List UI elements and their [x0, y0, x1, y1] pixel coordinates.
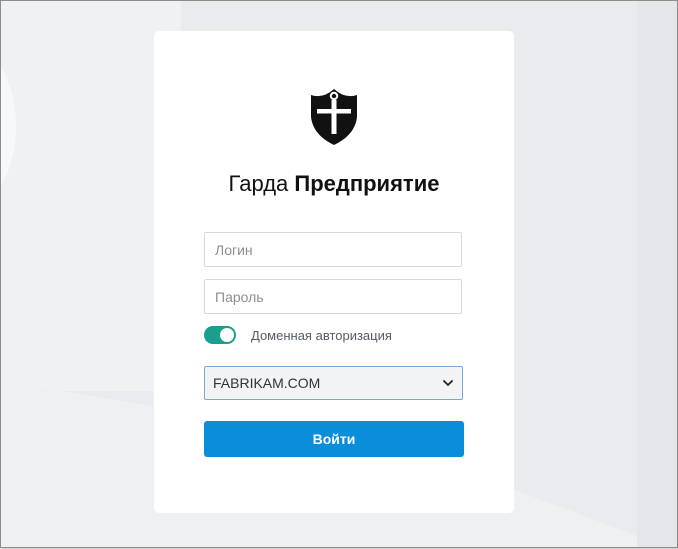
- domain-auth-row: Доменная авторизация: [204, 325, 392, 345]
- domain-select[interactable]: FABRIKAM.COM: [204, 366, 463, 400]
- toggle-knob: [220, 328, 234, 342]
- domain-auth-toggle[interactable]: [204, 326, 236, 344]
- page-title: Гарда Предприятие: [154, 171, 514, 197]
- password-input[interactable]: [204, 279, 462, 314]
- login-input[interactable]: [204, 232, 462, 267]
- title-regular: Гарда: [228, 171, 295, 196]
- title-bold: Предприятие: [294, 171, 440, 196]
- background-shape-right: [637, 1, 677, 547]
- shield-anchor-icon: [309, 87, 359, 147]
- login-window: Гарда Предприятие Доменная авторизация F…: [0, 0, 678, 548]
- domain-auth-label: Доменная авторизация: [251, 327, 392, 343]
- login-card: Гарда Предприятие Доменная авторизация F…: [154, 31, 514, 513]
- domain-select-value: FABRIKAM.COM: [213, 375, 321, 391]
- chevron-down-icon: [443, 380, 453, 386]
- login-button[interactable]: Войти: [204, 421, 464, 457]
